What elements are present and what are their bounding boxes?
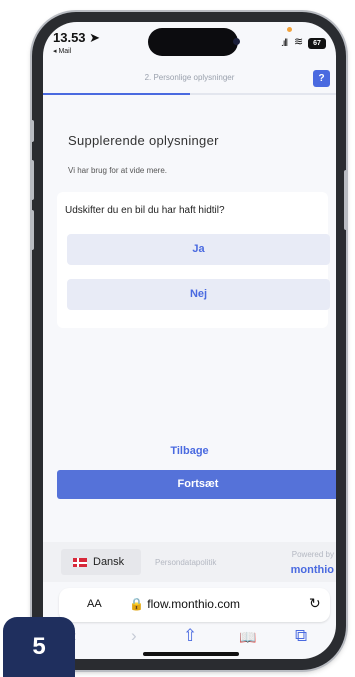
home-indicator: [143, 652, 239, 656]
option-yes-button[interactable]: Ja: [67, 234, 330, 265]
power-button: [344, 170, 348, 230]
phone-screen: 13.53 ➤ ◂ Mail .ıll ≋ 67 2. Personlige o…: [43, 22, 336, 659]
privacy-indicator-icon: [287, 27, 292, 32]
language-label: Dansk: [93, 556, 125, 568]
mute-switch: [30, 120, 34, 142]
location-arrow-icon: ➤: [89, 30, 101, 45]
step-header: 2. Personlige oplysninger ?: [43, 66, 336, 94]
step-number-badge: 5: [3, 617, 75, 677]
privacy-policy-link[interactable]: Persondatapolitik: [155, 558, 216, 567]
reload-icon[interactable]: ↻: [309, 595, 321, 612]
address-bar[interactable]: AA 🔒 flow.monthio.com ↻: [59, 588, 330, 622]
camera-icon: [233, 38, 240, 45]
forward-icon[interactable]: ›: [131, 626, 137, 646]
signal-bars-icon: .ıll: [281, 38, 288, 49]
question-text: Udskifter du en bil du har haft hidtil?: [65, 205, 225, 216]
volume-up-button: [30, 160, 34, 200]
url-field[interactable]: 🔒 flow.monthio.com: [129, 597, 240, 611]
wifi-icon: ≋: [294, 36, 304, 48]
section-subtitle: Vi har brug for at vide mere.: [68, 166, 168, 175]
volume-down-button: [30, 210, 34, 250]
share-icon[interactable]: ⇧: [183, 626, 197, 646]
option-no-button[interactable]: Nej: [67, 279, 330, 310]
footer: Dansk Persondatapolitik Powered by month…: [43, 542, 336, 582]
step-label: 2. Personlige oplysninger: [144, 73, 235, 82]
help-button[interactable]: ?: [313, 70, 330, 87]
section-title: Supplerende oplysninger: [68, 133, 219, 148]
progress-bar: [43, 93, 336, 95]
status-time: 13.53 ➤: [53, 30, 101, 45]
monthio-logo[interactable]: monthio: [291, 564, 334, 576]
continue-button[interactable]: Fortsæt: [57, 470, 336, 499]
tabs-icon[interactable]: ⧉: [295, 626, 307, 646]
dynamic-island: [148, 28, 238, 56]
back-to-mail-link[interactable]: ◂ Mail: [53, 47, 71, 55]
bookmarks-icon[interactable]: 📖: [239, 629, 256, 646]
progress-fill: [43, 93, 190, 95]
battery-icon: 67: [308, 38, 326, 49]
language-selector[interactable]: Dansk: [61, 549, 141, 575]
back-link[interactable]: Tilbage: [43, 445, 336, 457]
question-card: Udskifter du en bil du har haft hidtil? …: [57, 192, 330, 328]
danish-flag-icon: [73, 558, 87, 567]
powered-by-label: Powered by: [291, 550, 334, 559]
status-bar: 13.53 ➤ ◂ Mail .ıll ≋ 67: [43, 22, 336, 66]
text-size-button[interactable]: AA: [87, 598, 102, 610]
